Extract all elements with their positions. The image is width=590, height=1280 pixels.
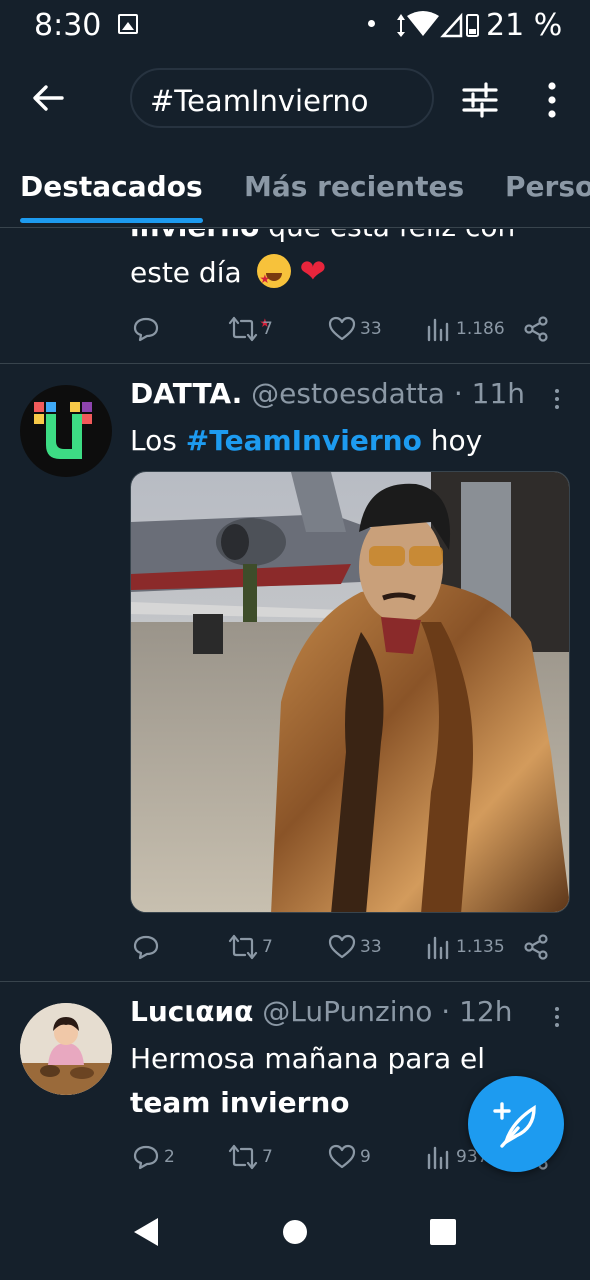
notification-dot-icon — [368, 20, 375, 27]
author-handle[interactable]: @LuPunzino — [262, 995, 432, 1028]
image-notification-icon — [118, 14, 138, 34]
retweet-icon — [228, 1144, 258, 1170]
compose-tweet-button[interactable] — [468, 1076, 564, 1172]
reply-button[interactable] — [132, 929, 160, 965]
views-button[interactable]: 1.135 — [426, 929, 505, 965]
avatar-luciana[interactable] — [20, 1003, 112, 1095]
like-button[interactable]: 9 — [328, 1139, 371, 1175]
photo-man-fur-coat-jet — [131, 472, 569, 912]
tweet-menu-icon[interactable] — [552, 387, 562, 413]
like-button[interactable]: 33 — [328, 929, 382, 965]
tweet-2-text-prefix: Los — [130, 424, 186, 457]
retweet-button[interactable]: 7 — [228, 929, 273, 965]
share-button[interactable] — [522, 311, 550, 347]
author-name[interactable]: DATTA. — [130, 377, 242, 410]
reply-button[interactable]: 2 — [132, 1139, 175, 1175]
nav-home-icon[interactable] — [283, 1220, 307, 1244]
retweet-button[interactable]: 7 — [228, 1139, 273, 1175]
tweet-2-text: Los #TeamInvierno hoy — [130, 419, 482, 463]
reply-button[interactable] — [132, 311, 160, 347]
tweet-time: · 12h — [441, 995, 513, 1028]
search-input[interactable]: #TeamInvierno — [130, 68, 434, 128]
share-button[interactable] — [522, 929, 550, 965]
views-chart-icon — [427, 936, 449, 960]
tweet-1-text-line1: que está feliz con — [259, 229, 515, 243]
tweet-1-bold-word: invierno — [130, 229, 259, 243]
back-arrow-icon[interactable] — [28, 78, 68, 118]
tweet-2-actions: 7 33 1.135 — [130, 929, 560, 965]
views-count: 1.186 — [456, 319, 505, 339]
tab-personas[interactable]: Perso — [505, 170, 590, 203]
like-count: 9 — [360, 1147, 371, 1167]
tweet-divider — [0, 981, 590, 982]
tab-mas-recientes[interactable]: Más recientes — [244, 170, 464, 203]
like-count: 33 — [360, 319, 382, 339]
views-button[interactable]: 1.186 — [426, 311, 505, 347]
retweet-icon — [228, 934, 258, 960]
hashtag-link[interactable]: #TeamInvierno — [186, 424, 422, 457]
status-bar: 8:30 21 % — [0, 0, 590, 56]
like-count: 33 — [360, 937, 382, 957]
search-filter-icon[interactable] — [460, 80, 500, 120]
reply-icon — [133, 935, 159, 960]
tweet-2-header: DATTA. @estoesdatta · 11h — [130, 377, 525, 410]
retweet-icon — [228, 316, 258, 342]
retweet-count: 7 — [262, 319, 273, 339]
tweet-2-text-suffix: hoy — [421, 424, 483, 457]
views-chart-icon — [427, 1146, 449, 1170]
tweet-1-actions: 7 33 1.186 — [130, 311, 560, 347]
tweet-time: · 11h — [453, 377, 526, 410]
author-handle[interactable]: @estoesdatta — [251, 377, 445, 410]
tweet-1-text: invierno que está feliz con este día ❤ — [130, 229, 570, 345]
share-icon — [524, 934, 548, 960]
author-name[interactable]: Lucιαиα — [130, 995, 253, 1028]
tweet-2-photo[interactable] — [130, 471, 570, 913]
views-count: 1.135 — [456, 937, 505, 957]
tweet-menu-icon[interactable] — [552, 1005, 562, 1031]
more-options-icon[interactable] — [536, 80, 568, 120]
red-heart-emoji-icon: ❤ — [299, 252, 327, 290]
tweet-1-text-line2: este día — [130, 256, 242, 289]
tweet-divider — [0, 363, 590, 364]
heart-icon — [328, 1144, 356, 1169]
battery-percentage: 21 % — [486, 8, 563, 43]
views-chart-icon — [427, 318, 449, 342]
tweet-3-header: Lucιαиα @LuPunzino · 12h — [130, 995, 512, 1028]
compose-feather-icon — [493, 1102, 536, 1148]
like-button[interactable]: 33 — [328, 311, 382, 347]
status-time: 8:30 — [34, 8, 102, 43]
avatar-datta[interactable] — [20, 385, 112, 477]
search-tabs: Destacados Más recientes Perso — [0, 150, 590, 228]
heart-icon — [328, 934, 356, 959]
retweet-count: 7 — [262, 937, 273, 957]
reply-icon — [133, 317, 159, 342]
signal-wifi-icon — [397, 11, 479, 38]
heart-icon — [328, 316, 356, 341]
share-icon — [524, 316, 548, 342]
datta-logo-icon — [34, 402, 92, 459]
search-results-feed[interactable]: invierno que está feliz con este día ❤ 7… — [0, 229, 590, 1191]
star-struck-emoji-icon — [256, 254, 291, 345]
reply-icon — [133, 1145, 159, 1170]
nav-recents-icon[interactable] — [430, 1219, 456, 1245]
retweet-count: 7 — [262, 1147, 273, 1167]
nav-back-icon[interactable] — [132, 1216, 160, 1248]
search-query-text: #TeamInvierno — [150, 84, 369, 118]
tab-destacados[interactable]: Destacados — [20, 170, 203, 203]
retweet-button[interactable]: 7 — [228, 311, 273, 347]
active-tab-indicator — [20, 218, 203, 223]
system-navigation-bar — [0, 1192, 590, 1280]
avatar-photo-girl — [20, 1003, 112, 1095]
tweet-3-text-line1: Hermosa mañana para el — [130, 1042, 486, 1075]
reply-count: 2 — [164, 1147, 175, 1167]
